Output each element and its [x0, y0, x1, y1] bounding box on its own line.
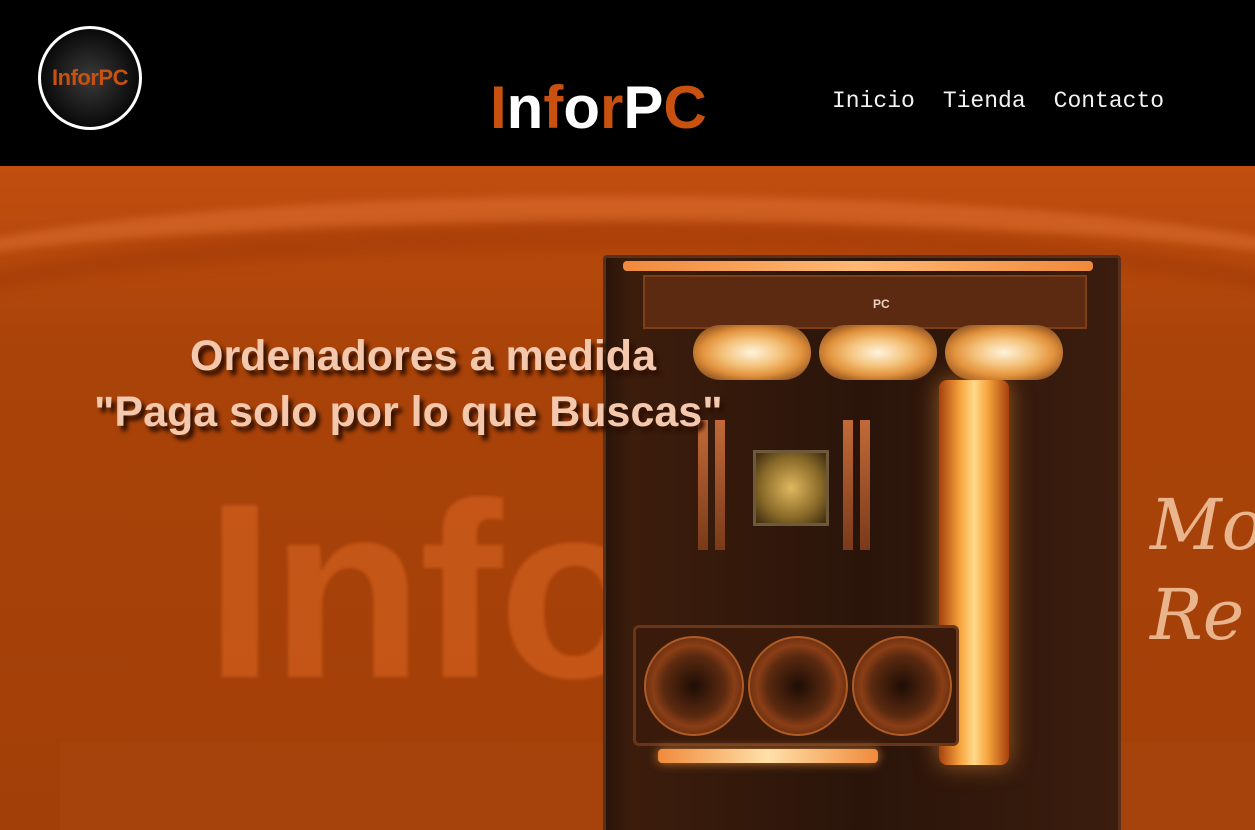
pc-case-label: PC: [873, 297, 890, 311]
pc-bottom-led: [658, 749, 878, 763]
pc-graphics-card: [633, 625, 959, 746]
gpu-fan: [644, 636, 744, 736]
pc-top-panel: [643, 275, 1087, 329]
site-logo[interactable]: InforPC: [38, 26, 142, 130]
brand-letter: C: [663, 74, 707, 141]
pc-top-led: [623, 261, 1093, 271]
brand-letter: o: [563, 74, 600, 141]
hero-background-script-1: Mo: [1150, 484, 1255, 566]
pc-ram-stick: [860, 420, 870, 550]
nav-link-tienda[interactable]: Tienda: [943, 86, 1026, 116]
nav-link-contacto[interactable]: Contacto: [1054, 86, 1164, 116]
pc-fan: [945, 325, 1063, 380]
pc-cpu-block: [753, 450, 829, 526]
brand-letter: n: [506, 74, 544, 141]
logo-wordmark: InforPC: [52, 65, 128, 91]
hero-banner: Infor Mo Re PC Ordenadores a medida "Pag…: [0, 166, 1255, 830]
pc-fan: [693, 325, 811, 380]
logo-text-infor: Infor: [52, 65, 99, 90]
brand-letter: r: [599, 74, 624, 141]
brand-letter: f: [543, 74, 564, 141]
pc-ram-stick: [843, 420, 853, 550]
brand-letter: I: [490, 74, 507, 141]
site-header: InforPC InforPC Inicio Tienda Contacto: [0, 0, 1255, 166]
hero-background-script-2: Re: [1150, 574, 1245, 656]
pc-fan: [819, 325, 937, 380]
logo-text-pc: PC: [98, 65, 128, 90]
pc-fan-row: [693, 325, 1063, 380]
brand-letter: P: [623, 74, 664, 141]
gpu-fan: [852, 636, 952, 736]
gpu-fan: [748, 636, 848, 736]
brand-title: InforPC: [490, 70, 707, 146]
hero-headline-line-2: "Paga solo por lo que Buscas": [94, 388, 723, 436]
pc-case-image: PC: [603, 255, 1121, 830]
main-nav: Inicio Tienda Contacto: [832, 86, 1164, 116]
hero-headline-line-1: Ordenadores a medida: [190, 332, 656, 380]
nav-link-inicio[interactable]: Inicio: [832, 86, 915, 116]
